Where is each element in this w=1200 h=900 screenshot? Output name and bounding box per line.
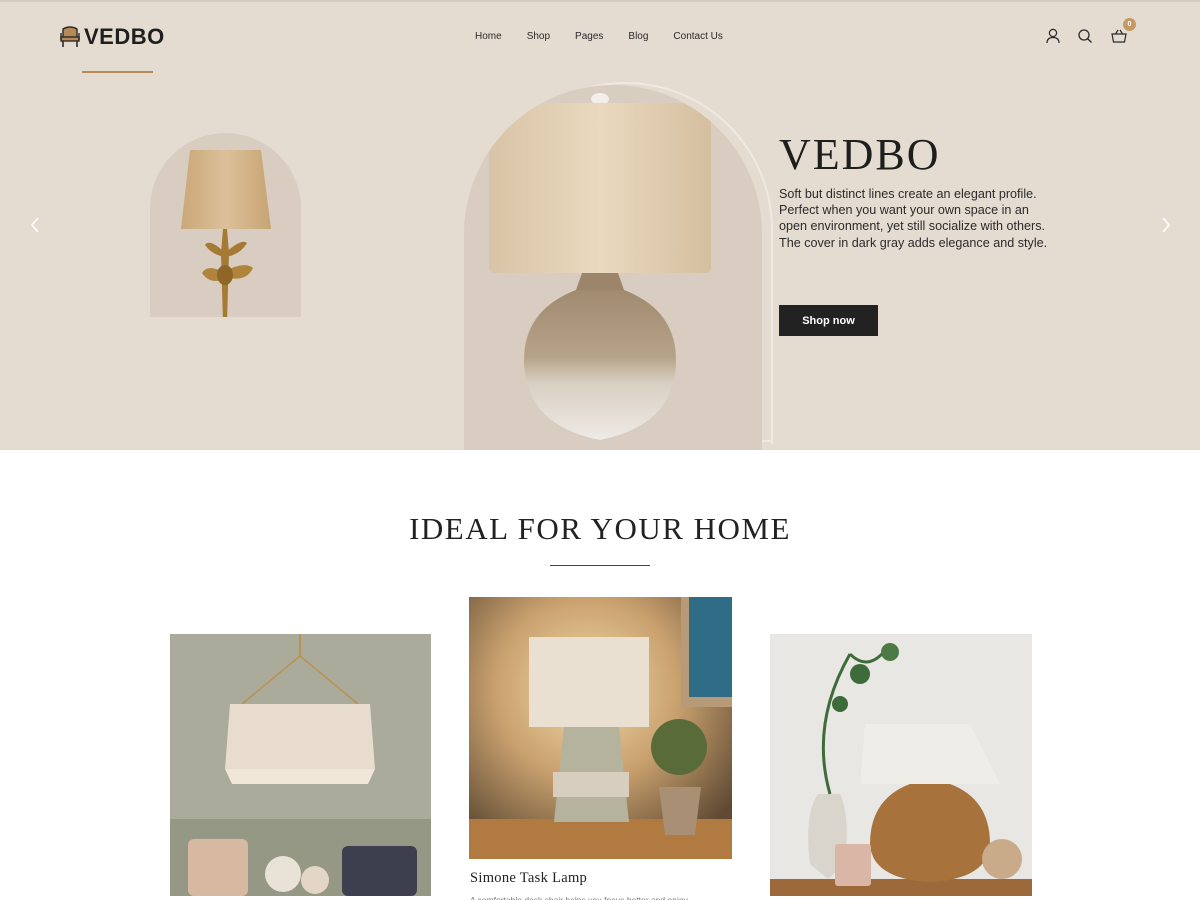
nav-home[interactable]: Home [475,30,502,44]
product-image-simone-task-lamp[interactable] [469,597,732,859]
chandelier-illustration [170,634,431,896]
main-nav: Home Shop Pages Blog Contact Us [475,30,723,44]
user-icon[interactable] [1044,27,1062,45]
wall-sconce-image [150,133,301,317]
cart-count-badge: 0 [1123,18,1136,31]
logo[interactable]: VEDBO [60,24,165,73]
slider-prev-button[interactable] [27,214,43,236]
hero-slider: VEDBO Home Shop Pages Blog Contact Us 0 [0,0,1200,450]
chevron-left-icon [30,217,39,233]
nav-shop[interactable]: Shop [527,30,550,44]
table-lamp-illustration [489,93,711,440]
shop-now-button[interactable]: Shop now [779,305,878,336]
product-image-chandelier[interactable] [170,634,431,896]
arch-outline-end [761,440,773,442]
task-lamp-illustration [469,597,732,859]
logo-text: VEDBO [84,24,165,49]
logo-underline [82,71,153,73]
cart-button[interactable]: 0 [1110,18,1136,45]
nav-pages[interactable]: Pages [575,30,603,44]
product-title[interactable]: Simone Task Lamp [470,870,587,887]
search-icon[interactable] [1076,27,1094,45]
wicker-lamp-illustration [770,634,1032,896]
table-lamp-image [464,85,762,450]
product-image-wicker-lamp[interactable] [770,634,1032,896]
section-title: IDEAL FOR YOUR HOME [409,511,791,546]
section-divider [550,565,650,566]
hero-description: Soft but distinct lines create an elegan… [779,187,1048,250]
slider-next-button[interactable] [1158,214,1174,236]
header-actions: 0 [1044,18,1136,45]
nav-blog[interactable]: Blog [628,30,648,44]
product-description: A comfortable desk chair helps you focus… [470,895,688,900]
wall-sconce-illustration [181,150,271,317]
top-border [0,0,1200,2]
chevron-right-icon [1162,217,1171,233]
nav-contact-us[interactable]: Contact Us [673,30,722,44]
hero-title: VEDBO [779,130,941,179]
chair-logo-icon [60,26,80,47]
